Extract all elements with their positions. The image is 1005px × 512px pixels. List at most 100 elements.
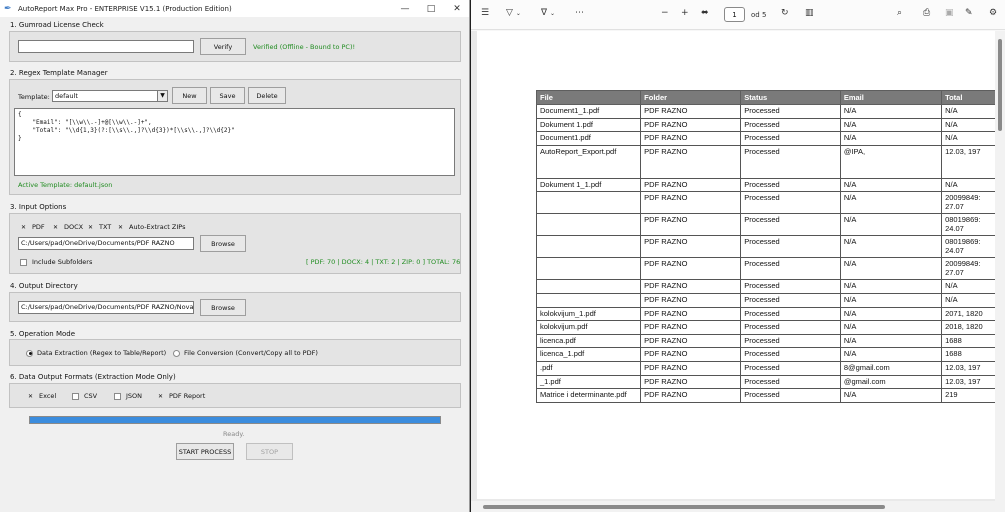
table-cell: Dokument 1.pdf <box>535 117 642 133</box>
format-check-pdf-report[interactable]: ✕ PDF Report <box>157 392 205 400</box>
active-template: Active Template: default.json <box>18 181 113 189</box>
viewer-toolbar: ☰ ▽ ⌄ ∇ ⌄ ⋯ − + ⬌ 1 od 5 ↻ ▥ ⌕ ⎙ ▣ ✎ ⚙ <box>471 0 1005 30</box>
input-check-auto-extract-zips[interactable]: ✕ Auto-Extract ZIPs <box>117 223 185 231</box>
regex-editor[interactable]: { "Email": "[\\w\\.-]+@[\\w\\.-]+", "Tot… <box>14 108 455 176</box>
minimize-icon[interactable]: — <box>392 0 418 17</box>
table-cell: Dokument 1_1.pdf <box>535 177 642 193</box>
input-path-input[interactable]: C:/Users/pad/OneDrive/Documents/PDF RAZN… <box>18 237 194 250</box>
table-cell: N/A <box>941 279 995 294</box>
vertical-scroll-thumb[interactable] <box>998 39 1002 131</box>
search-icon[interactable]: ⌕ <box>897 8 902 18</box>
license-key-input[interactable] <box>18 40 194 53</box>
stop-button[interactable]: STOP <box>246 443 293 460</box>
table-cell: Processed <box>740 360 841 376</box>
input-check-pdf[interactable]: ✕ PDF <box>20 223 45 231</box>
settings-icon[interactable]: ⚙ <box>989 8 997 18</box>
table-cell: N/A <box>839 213 943 237</box>
page-number-input[interactable]: 1 <box>724 7 745 22</box>
table-row: licenca.pdf PDF RAZNO Processed N/A 1688 <box>535 333 995 349</box>
column-header: Email <box>839 90 943 105</box>
table-cell: PDF RAZNO <box>640 117 742 133</box>
table-cell: PDF RAZNO <box>640 292 742 308</box>
output-path-input[interactable]: C:/Users/pad/OneDrive/Documents/PDF RAZN… <box>18 301 194 314</box>
maximize-icon[interactable]: □ <box>418 0 444 17</box>
table-cell: PDF RAZNO <box>640 374 742 390</box>
output-browse-button[interactable]: Browse <box>200 299 246 316</box>
table-cell: 12.03, 197 <box>941 144 995 179</box>
vertical-scrollbar[interactable] <box>995 31 1005 501</box>
print-icon[interactable]: ⎙ <box>923 8 930 18</box>
include-subfolders-checkbox[interactable]: Include Subfolders <box>20 258 92 266</box>
page-view-icon[interactable]: ▥ <box>805 8 814 18</box>
table-cell: licenca.pdf <box>535 333 642 349</box>
draw-icon[interactable]: ∇ ⌄ <box>541 8 555 18</box>
table-cell <box>535 292 642 308</box>
highlight-icon[interactable]: ▽ ⌄ <box>506 8 521 18</box>
delete-template-button[interactable]: Delete <box>248 87 286 104</box>
table-cell: licenca_1.pdf <box>535 347 642 362</box>
edit-pdf-icon[interactable]: ✎ <box>965 8 973 18</box>
table-cell: PDF RAZNO <box>640 388 742 403</box>
close-icon[interactable]: ✕ <box>444 0 469 17</box>
fit-page-icon[interactable]: ⬌ <box>701 8 709 18</box>
table-cell: 2018, 1820 <box>941 320 995 335</box>
table-cell: N/A <box>839 388 943 403</box>
table-cell: PDF RAZNO <box>640 320 742 335</box>
zoom-out-icon[interactable]: − <box>661 8 669 18</box>
checkbox-label: TXT <box>99 223 112 231</box>
table-cell: 20099849: 27.07 <box>941 191 995 215</box>
format-check-csv[interactable]: CSV <box>72 392 97 400</box>
checkbox-icon: ✕ <box>20 223 27 231</box>
checkbox-label: Excel <box>39 392 57 400</box>
contents-icon[interactable]: ☰ <box>481 8 489 18</box>
input-check-txt[interactable]: ✕ TXT <box>87 223 111 231</box>
table-row: licenca_1.pdf PDF RAZNO Processed N/A 1688 <box>535 347 995 362</box>
checkbox-icon: ✕ <box>52 223 59 231</box>
template-select[interactable]: default ▼ <box>52 90 168 102</box>
horizontal-scroll-thumb[interactable] <box>483 505 885 509</box>
output-frame-title: 4. Output Directory <box>10 282 78 290</box>
table-row: Matrice i determinante.pdf PDF RAZNO Proce… <box>535 388 995 403</box>
page-total: od 5 <box>751 11 767 19</box>
table-cell: Processed <box>740 292 841 308</box>
table-row: .pdf PDF RAZNO Processed 8@gmail.com 12.03, … <box>535 360 995 376</box>
table-cell: Processed <box>740 306 841 322</box>
zoom-in-icon[interactable]: + <box>681 8 689 18</box>
verify-button[interactable]: Verify <box>200 38 246 55</box>
table-cell: PDF RAZNO <box>640 306 742 322</box>
table-cell: PDF RAZNO <box>640 191 742 215</box>
more-icon[interactable]: ⋯ <box>575 8 584 18</box>
start-process-button[interactable]: START PROCESS <box>176 443 234 460</box>
rotate-icon[interactable]: ↻ <box>781 8 789 18</box>
table-cell: N/A <box>839 191 943 215</box>
input-check-docx[interactable]: ✕ DOCX <box>52 223 83 231</box>
input-browse-button[interactable]: Browse <box>200 235 246 252</box>
checkbox-label: PDF <box>32 223 45 231</box>
save-icon[interactable]: ▣ <box>945 8 954 18</box>
formats-frame-title: 6. Data Output Formats (Extraction Mode … <box>10 373 176 381</box>
format-check-excel[interactable]: ✕ Excel <box>27 392 56 400</box>
checkbox-icon <box>114 392 121 400</box>
table-cell: N/A <box>839 131 943 146</box>
table-cell: N/A <box>839 235 943 259</box>
column-header: Status <box>740 90 841 105</box>
format-check-json[interactable]: JSON <box>114 392 142 400</box>
table-cell: N/A <box>941 117 995 133</box>
new-template-button[interactable]: New <box>172 87 207 104</box>
checkbox-icon: ✕ <box>87 223 94 231</box>
extraction-mode-radio[interactable]: Data Extraction (Regex to Table/Report) <box>26 349 166 357</box>
table-cell: Processed <box>740 117 841 133</box>
table-cell: AutoReport_Export.pdf <box>535 144 642 179</box>
table-cell: 1688 <box>941 333 995 349</box>
horizontal-scrollbar[interactable] <box>471 501 1005 512</box>
save-template-button[interactable]: Save <box>210 87 245 104</box>
table-cell: 2071, 1820 <box>941 306 995 322</box>
chevron-down-icon[interactable]: ▼ <box>157 91 167 101</box>
radio-off-icon <box>173 349 180 357</box>
table-cell: 1688 <box>941 347 995 362</box>
conversion-mode-radio[interactable]: File Conversion (Convert/Copy all to PDF… <box>173 349 318 357</box>
table-cell: Processed <box>740 177 841 193</box>
checkbox-label: DOCX <box>64 223 84 231</box>
table-cell: PDF RAZNO <box>640 257 742 281</box>
report-table: File Folder Status Email Total Document1_1.p… <box>535 90 995 403</box>
